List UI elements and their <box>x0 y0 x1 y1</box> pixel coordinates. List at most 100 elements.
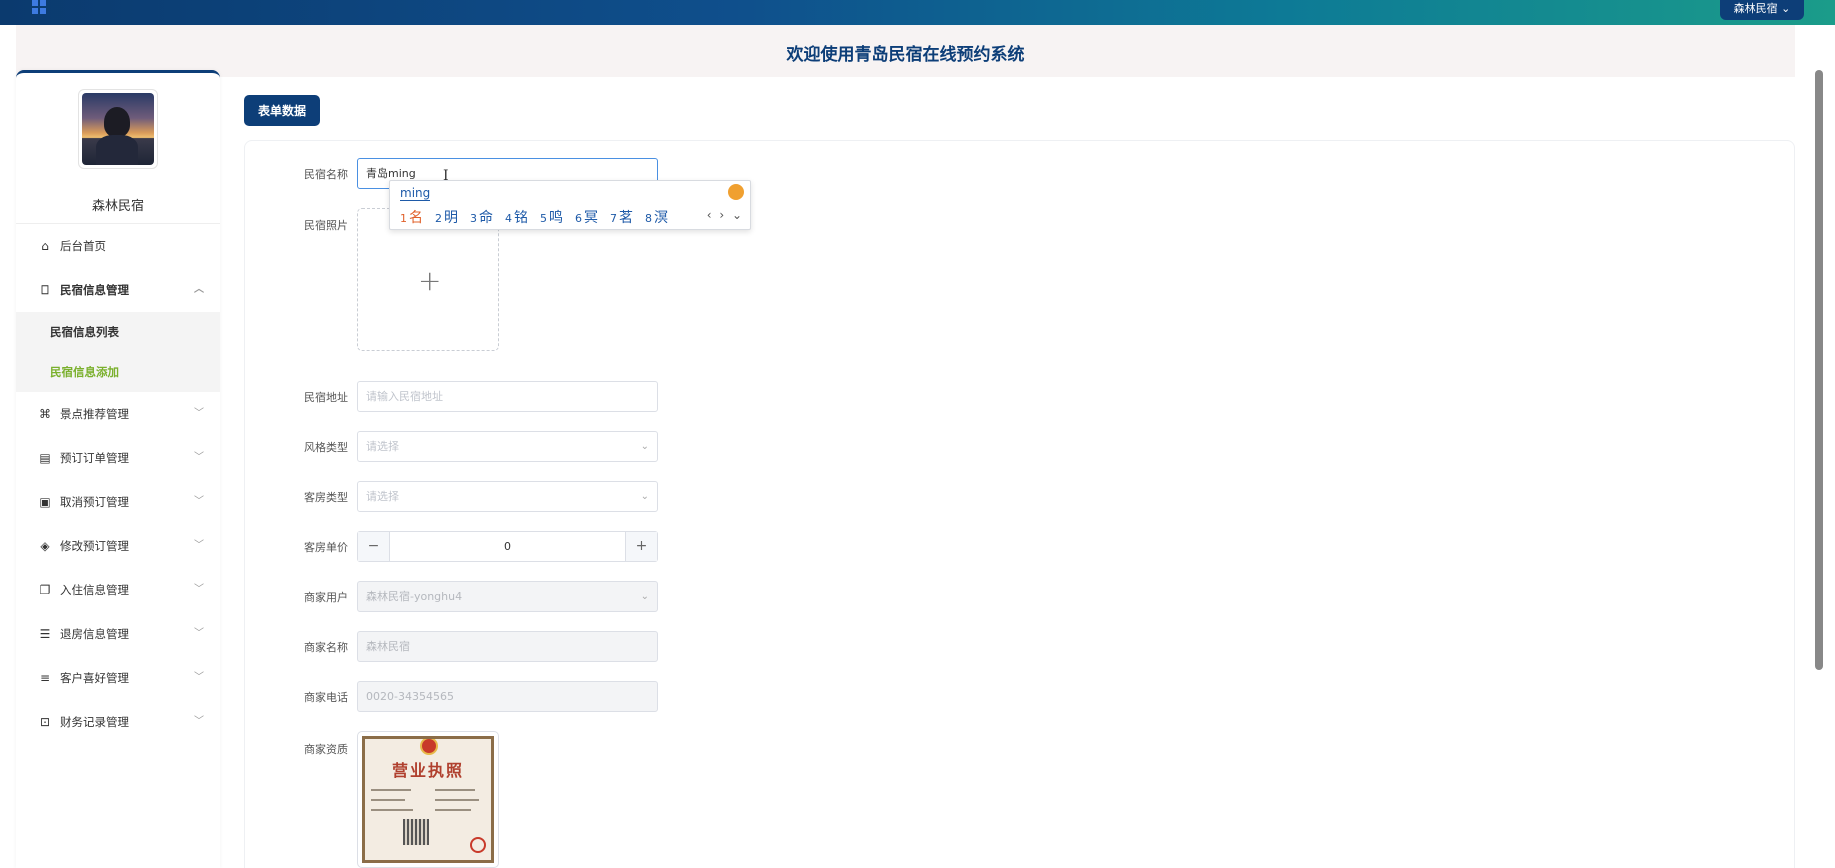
sidebar-item-label: 入住信息管理 <box>60 583 129 597</box>
sidebar-item-preferences[interactable]: ≡ 客户喜好管理 ﹀ <box>16 656 220 700</box>
sidebar-username: 森林民宿 <box>91 199 144 214</box>
address-label: 民宿地址 <box>304 391 348 404</box>
user-menu-button[interactable]: 森林民宿 ⌄ <box>1720 0 1804 20</box>
message-icon: ▤ <box>39 451 51 465</box>
room-type-placeholder: 请选择 <box>366 490 399 503</box>
page-title: 欢迎使用青岛民宿在线预约系统 <box>786 45 1025 65</box>
user-menu-label: 森林民宿 <box>1733 2 1778 15</box>
sidebar-item-label: 预订订单管理 <box>60 451 129 465</box>
chevron-down-icon: ﹀ <box>194 408 204 419</box>
license-title: 营业执照 <box>391 761 464 780</box>
sidebar-item-cancel[interactable]: ▣ 取消预订管理 ﹀ <box>16 480 220 524</box>
sub-item-homestay-add[interactable]: 民宿信息添加 <box>16 352 220 392</box>
sidebar-item-label: 财务记录管理 <box>60 715 129 729</box>
address-placeholder: 请输入民宿地址 <box>366 390 443 403</box>
app-grid-icon[interactable] <box>32 0 50 14</box>
home-icon: ⌂ <box>41 239 49 253</box>
merchant-name-label: 商家名称 <box>304 641 348 654</box>
chevron-up-icon: ︿ <box>194 284 204 295</box>
chevron-down-icon: ﹀ <box>194 716 204 727</box>
ime-candidate[interactable]: 4铭 <box>505 207 528 227</box>
sidebar-menu: ⌂ 后台首页 ⎕ 民宿信息管理 ︿ 民宿信息列表 民宿信息添加 ⌘ 景点推荐管理… <box>16 223 220 744</box>
merchant-phone-input: 0020-34354565 <box>357 681 658 712</box>
qr-code-icon <box>403 819 429 845</box>
copy-icon: ❐ <box>39 583 51 597</box>
style-select[interactable]: 请选择 ⌄ <box>357 431 658 462</box>
address-input[interactable]: 请输入民宿地址 <box>357 381 658 412</box>
merchant-name-input: 森林民宿 <box>357 631 658 662</box>
archive-icon: ▣ <box>39 495 51 509</box>
merchant-user-label: 商家用户 <box>304 591 348 604</box>
tab-form-data[interactable]: 表单数据 <box>244 95 320 126</box>
chevron-down-icon: ﹀ <box>194 628 204 639</box>
pill-icon: ◈ <box>40 539 50 553</box>
sub-item-label: 民宿信息列表 <box>50 325 119 339</box>
sub-item-homestay-list[interactable]: 民宿信息列表 <box>16 312 220 352</box>
price-stepper: − 0 + <box>357 531 658 562</box>
room-type-label: 客房类型 <box>304 491 348 504</box>
sidebar-item-orders[interactable]: ▤ 预订订单管理 ﹀ <box>16 436 220 480</box>
chevron-down-icon: ⌄ <box>640 441 649 452</box>
chevron-down-icon: ﹀ <box>194 452 204 463</box>
ime-logo-icon <box>728 184 744 200</box>
ime-page-nav[interactable]: ‹ › ⌄ <box>707 208 744 222</box>
business-license-picture: 营业执照 <box>362 736 494 863</box>
sidebar-item-label: 退房信息管理 <box>60 627 129 641</box>
name-label: 民宿名称 <box>304 168 348 181</box>
chevron-down-icon: ⌄ <box>640 591 649 602</box>
header-band: 欢迎使用青岛民宿在线预约系统 <box>16 25 1795 77</box>
ime-candidate[interactable]: 2明 <box>435 207 458 227</box>
chevron-down-icon: ﹀ <box>194 540 204 551</box>
seal-icon <box>470 837 486 853</box>
bookmark-icon: ⎕ <box>41 282 49 297</box>
price-value[interactable]: 0 <box>390 532 625 561</box>
ime-candidate-popup: ming 1名 2明 3命 4铭 5鸣 6冥 7茗 8溟 ‹ › ⌄ <box>389 180 751 230</box>
ime-candidate[interactable]: 6冥 <box>575 207 598 227</box>
sidebar-item-finance[interactable]: ⊡ 财务记录管理 ﹀ <box>16 700 220 744</box>
avatar-image <box>82 93 154 165</box>
sidebar-item-checkout[interactable]: ☰ 退房信息管理 ﹀ <box>16 612 220 656</box>
ime-candidate[interactable]: 5鸣 <box>540 207 563 227</box>
license-image[interactable]: 营业执照 <box>357 731 499 868</box>
scrollbar[interactable] <box>1815 70 1823 670</box>
sidebar-item-label: 景点推荐管理 <box>60 407 129 421</box>
sidebar: 森林民宿 ⌂ 后台首页 ⎕ 民宿信息管理 ︿ 民宿信息列表 民宿信息添加 ⌘ 景… <box>16 70 220 868</box>
price-label: 客房单价 <box>304 541 348 554</box>
sidebar-item-home[interactable]: ⌂ 后台首页 <box>16 224 220 268</box>
sub-item-label: 民宿信息添加 <box>50 365 119 379</box>
sidebar-item-label: 客户喜好管理 <box>60 671 129 685</box>
qualification-label: 商家资质 <box>304 743 348 756</box>
safe-icon: ⊡ <box>39 715 51 729</box>
merchant-user-select: 森林民宿-yonghu4 ⌄ <box>357 581 658 612</box>
increment-button[interactable]: + <box>625 532 657 561</box>
tag-icon: ⌘ <box>39 407 51 421</box>
sidebar-item-label: 取消预订管理 <box>60 495 129 509</box>
merchant-user-value: 森林民宿-yonghu4 <box>366 590 463 603</box>
ime-candidate[interactable]: 7茗 <box>610 207 633 227</box>
ime-candidate[interactable]: 8溟 <box>645 207 668 227</box>
sidebar-item-label: 修改预订管理 <box>60 539 129 553</box>
photo-label: 民宿照片 <box>304 219 348 232</box>
sidebar-item-label: 后台首页 <box>60 239 106 253</box>
room-type-select[interactable]: 请选择 ⌄ <box>357 481 658 512</box>
sidebar-item-attractions[interactable]: ⌘ 景点推荐管理 ﹀ <box>16 392 220 436</box>
sidebar-item-modify[interactable]: ◈ 修改预订管理 ﹀ <box>16 524 220 568</box>
submenu-homestay-info: 民宿信息列表 民宿信息添加 <box>16 312 220 392</box>
ime-candidate[interactable]: 3命 <box>470 207 493 227</box>
plus-icon: + <box>418 264 442 297</box>
sidebar-item-homestay-info[interactable]: ⎕ 民宿信息管理 ︿ <box>16 268 220 312</box>
avatar <box>78 89 158 169</box>
ime-composition: ming <box>400 186 431 201</box>
chevron-down-icon: ⌄ <box>640 491 649 502</box>
sidebar-item-checkin[interactable]: ❐ 入住信息管理 ﹀ <box>16 568 220 612</box>
chevron-down-icon: ﹀ <box>194 584 204 595</box>
decrement-button[interactable]: − <box>358 532 390 561</box>
sliders-icon: ☰ <box>39 627 51 641</box>
ime-candidate[interactable]: 1名 <box>400 207 423 227</box>
style-placeholder: 请选择 <box>366 440 399 453</box>
emblem-icon <box>420 739 438 755</box>
chevron-down-icon: ﹀ <box>194 672 204 683</box>
left-gutter <box>0 25 16 868</box>
top-bar: 森林民宿 ⌄ <box>0 0 1835 25</box>
ime-candidate-list: 1名 2明 3命 4铭 5鸣 6冥 7茗 8溟 <box>400 207 680 227</box>
